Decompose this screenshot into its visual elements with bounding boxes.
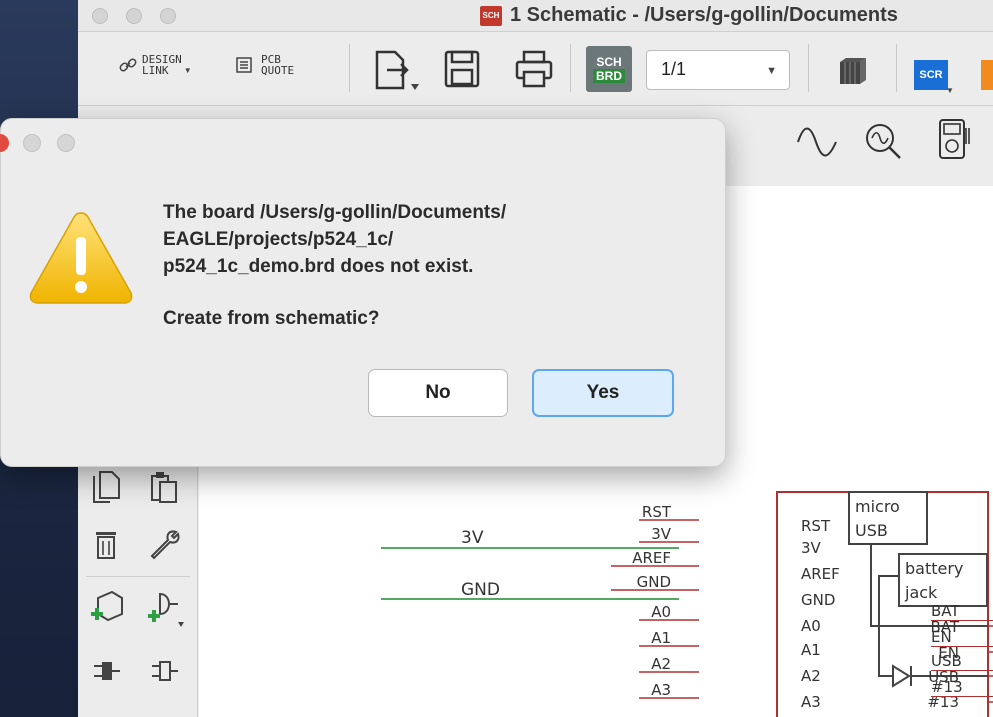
page-select[interactable]: 1/1 ▼ <box>646 50 790 90</box>
battery-label-1: battery <box>905 559 963 578</box>
diode-symbol[interactable] <box>892 664 911 688</box>
paste-icon[interactable] <box>150 470 178 504</box>
toolbar-separator <box>349 44 350 92</box>
pcb-quote-label-2: QUOTE <box>261 64 295 77</box>
yes-button-label: Yes <box>586 382 620 403</box>
yes-button[interactable]: Yes <box>532 369 674 417</box>
link-icon <box>119 58 137 72</box>
pin-label-a3[interactable]: A3 <box>651 681 671 699</box>
dialog-zoom-button[interactable] <box>57 134 75 152</box>
design-link-button[interactable]: DESIGN LINK ▼ <box>118 54 192 76</box>
close-window-button[interactable] <box>92 8 108 24</box>
sch-label: SCH <box>596 54 622 69</box>
usb-label-1: micro <box>855 497 900 516</box>
export-file-icon[interactable] <box>373 50 423 92</box>
schematic-doc-icon: SCH <box>480 5 502 26</box>
inner-pin-rst: RST <box>801 517 831 535</box>
usb-label-2: USB <box>855 521 888 540</box>
save-icon[interactable] <box>444 50 480 88</box>
inner-pin-gnd: GND <box>801 591 835 609</box>
window-title: SCH 1 Schematic - /Users/g-gollin/Docume… <box>480 4 898 27</box>
run-script-button[interactable]: SCR <box>914 60 948 90</box>
dialog-message-line-2: EAGLE/projects/p524_1c/ <box>163 229 394 250</box>
pin-swap-icon[interactable] <box>150 658 180 684</box>
chevron-down-icon: ▼ <box>183 65 192 75</box>
pcb-quote-button[interactable]: PCB QUOTE <box>235 54 294 76</box>
brd-label: BRD <box>593 68 625 83</box>
dialog-message-line-3: p524_1c_demo.brd does not exist. <box>163 256 474 277</box>
copy-icon[interactable] <box>92 470 122 504</box>
pin-label-a1[interactable]: A1 <box>651 629 671 647</box>
delete-trash-icon[interactable] <box>94 528 118 560</box>
add-gate-icon[interactable] <box>146 590 186 630</box>
palette-separator <box>86 576 190 577</box>
signal-probe-icon[interactable] <box>864 122 904 162</box>
library-books-icon[interactable] <box>836 56 870 86</box>
pin-label-13-right[interactable]: #13 <box>931 678 993 697</box>
no-button-label: No <box>425 382 451 403</box>
pin-label-en-right[interactable]: EN <box>931 628 993 647</box>
inner-pin-a0: A0 <box>801 617 821 635</box>
zoom-window-button[interactable] <box>160 8 176 24</box>
right-pin-labels: BAT EN USB #13 <box>931 600 993 717</box>
move-part-icon[interactable] <box>92 658 122 684</box>
waveform-icon[interactable] <box>796 124 838 160</box>
pin-label-bat-right[interactable]: BAT <box>931 602 993 621</box>
title-bar: SCH 1 Schematic - /Users/g-gollin/Docume… <box>78 0 993 32</box>
pin-label-a0[interactable]: A0 <box>651 603 671 621</box>
tool-palette <box>78 440 198 717</box>
net-label-3v[interactable]: 3V <box>461 528 484 548</box>
scr-label: SCR <box>919 69 943 81</box>
toolbar-separator <box>808 44 809 92</box>
inner-pin-3v: 3V <box>801 539 822 557</box>
list-icon <box>236 57 252 73</box>
print-icon[interactable] <box>515 50 553 88</box>
warning-icon <box>29 212 133 304</box>
minimize-window-button[interactable] <box>126 8 142 24</box>
toolbar-separator <box>570 44 571 92</box>
inner-pin-a2: A2 <box>801 667 821 685</box>
board-missing-dialog: The board /Users/g-gollin/Documents/ EAG… <box>0 118 726 467</box>
switch-sch-brd-button[interactable]: SCH BRD <box>586 46 632 92</box>
inner-pin-a3: A3 <box>801 693 821 711</box>
inner-pin-aref: AREF <box>801 565 840 583</box>
add-part-icon[interactable] <box>90 590 124 628</box>
pin-label-a2[interactable]: A2 <box>651 655 671 673</box>
wrench-icon[interactable] <box>148 528 182 560</box>
page-select-value: 1/1 <box>661 59 687 79</box>
pin-label-usb-right[interactable]: USB <box>931 652 993 671</box>
no-button[interactable]: No <box>368 369 508 417</box>
dialog-message-line-1: The board /Users/g-gollin/Documents/ <box>163 202 507 223</box>
pin-label-3v[interactable]: 3V <box>651 525 672 543</box>
dialog-close-button[interactable] <box>0 134 9 152</box>
net-label-gnd[interactable]: GND <box>461 580 500 600</box>
toolbar-separator <box>896 44 897 92</box>
pin-label-aref[interactable]: AREF <box>632 549 671 567</box>
dialog-question: Create from schematic? <box>163 308 380 329</box>
main-toolbar: DESIGN LINK ▼ PCB QUOTE SCH BRD 1/1 ▼ SC… <box>78 32 993 106</box>
ulp-button[interactable] <box>981 60 993 90</box>
multimeter-icon[interactable] <box>936 118 972 162</box>
inner-pin-a1: A1 <box>801 641 821 659</box>
pin-label-rst[interactable]: RST <box>642 503 672 521</box>
chevron-down-icon: ▼ <box>946 86 954 95</box>
dialog-message: The board /Users/g-gollin/Documents/ EAG… <box>163 199 703 332</box>
pin-label-gnd[interactable]: GND <box>637 573 671 591</box>
chevron-down-icon: ▼ <box>766 65 777 77</box>
window-title-text: 1 Schematic - /Users/g-gollin/Documents <box>510 4 898 26</box>
dialog-minimize-button[interactable] <box>23 134 41 152</box>
design-link-label-2: LINK <box>142 64 169 77</box>
